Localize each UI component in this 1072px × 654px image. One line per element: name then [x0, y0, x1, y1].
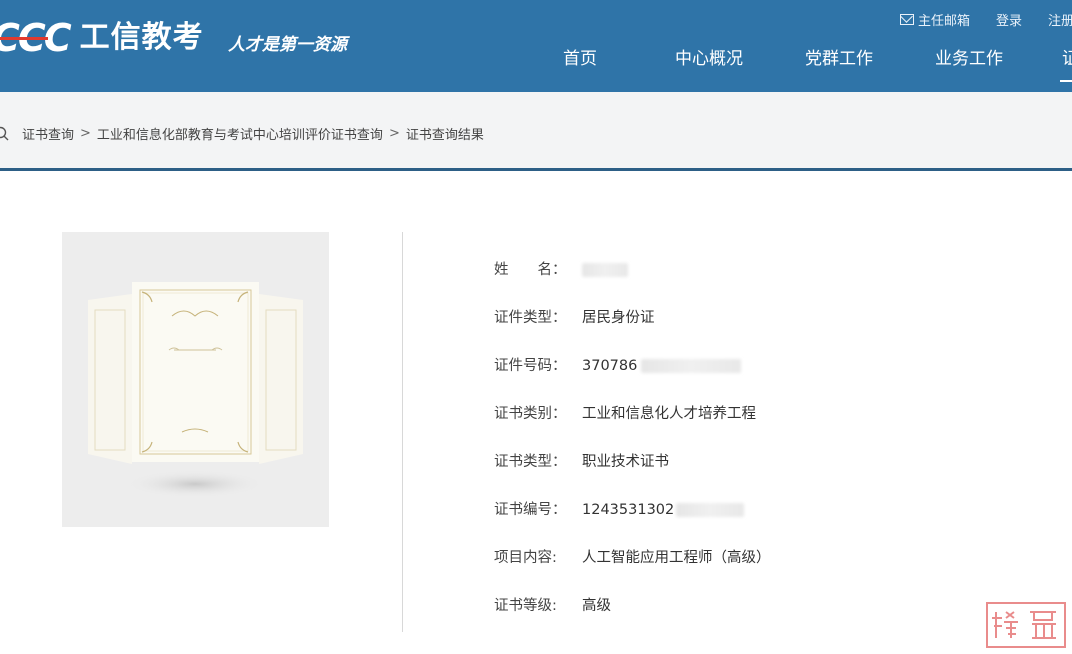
row-id-type: 证件类型： 居民身份证 [494, 306, 655, 327]
redacted-id-number [641, 359, 742, 373]
nav-home[interactable]: 首页 [563, 44, 597, 69]
label-name: 姓 名： [494, 262, 567, 278]
breadcrumb-item-query[interactable]: 证书查询 [22, 124, 74, 143]
breadcrumb-divider [0, 168, 1072, 171]
label-level: 证书等级: [494, 598, 557, 614]
value-level: 高级 [582, 598, 611, 614]
breadcrumb-separator: > [80, 126, 91, 141]
value-id-number: 370786 [582, 358, 638, 374]
redacted-cert-number [676, 503, 745, 517]
row-project: 项目内容: 人工智能应用工程师（高级） [494, 546, 771, 567]
logo-red-line [0, 37, 48, 40]
nav-active-indicator [1060, 80, 1072, 82]
value-project: 人工智能应用工程师（高级） [582, 550, 771, 566]
label-cert-type: 证书类型： [494, 454, 567, 470]
value-id-type: 居民身份证 [582, 310, 655, 326]
row-id-number: 证件号码： 370786 [494, 354, 742, 375]
label-id-type: 证件类型： [494, 310, 567, 326]
mailbox-link[interactable]: 主任邮箱 [918, 10, 970, 29]
breadcrumb: 证书查询 > 工业和信息化部教育与考试中心培训评价证书查询 > 证书查询结果 [0, 124, 484, 143]
label-cert-number: 证书编号： [494, 502, 567, 518]
value-cert-number: 1243531302 [582, 502, 675, 518]
row-cert-category: 证书类别： 工业和信息化人才培养工程 [494, 402, 756, 423]
label-id-number: 证件号码： [494, 358, 567, 374]
nav-certificate[interactable]: 证 [1062, 44, 1072, 69]
redacted-name [582, 263, 628, 277]
login-link[interactable]: 登录 [996, 10, 1022, 29]
content-divider [402, 232, 403, 632]
nav-party[interactable]: 党群工作 [805, 44, 873, 69]
row-name: 姓 名： [494, 258, 628, 279]
row-cert-type: 证书类型： 职业技术证书 [494, 450, 669, 471]
nav-business[interactable]: 业务工作 [935, 44, 1003, 69]
register-link[interactable]: 注册 [1048, 10, 1072, 29]
value-cert-type: 职业技术证书 [582, 454, 669, 470]
certificate-illustration [88, 282, 303, 498]
main-nav: 首页 中心概况 党群工作 业务工作 证 [0, 44, 1072, 84]
mail-icon [900, 14, 914, 25]
nav-about[interactable]: 中心概况 [675, 44, 743, 69]
certificate-image [62, 232, 329, 527]
row-level: 证书等级: 高级 [494, 594, 611, 615]
breadcrumb-item-result: 证书查询结果 [405, 128, 484, 143]
site-header: CCC 工信教考 人才是第一资源 主任邮箱 登录 注册 首页 中心概况 党群工作… [0, 0, 1072, 92]
breadcrumb-item-center-query[interactable]: 工业和信息化部教育与考试中心培训评价证书查询 [97, 124, 383, 143]
row-cert-number: 证书编号： 1243531302 [494, 498, 745, 519]
breadcrumb-separator: > [388, 126, 400, 141]
red-stamp-seal-icon [986, 602, 1066, 648]
label-project: 项目内容: [494, 550, 557, 566]
value-cert-category: 工业和信息化人才培养工程 [582, 406, 756, 422]
search-icon [0, 125, 12, 143]
label-cert-category: 证书类别： [494, 406, 567, 422]
top-links: 主任邮箱 登录 注册 [900, 10, 1072, 29]
